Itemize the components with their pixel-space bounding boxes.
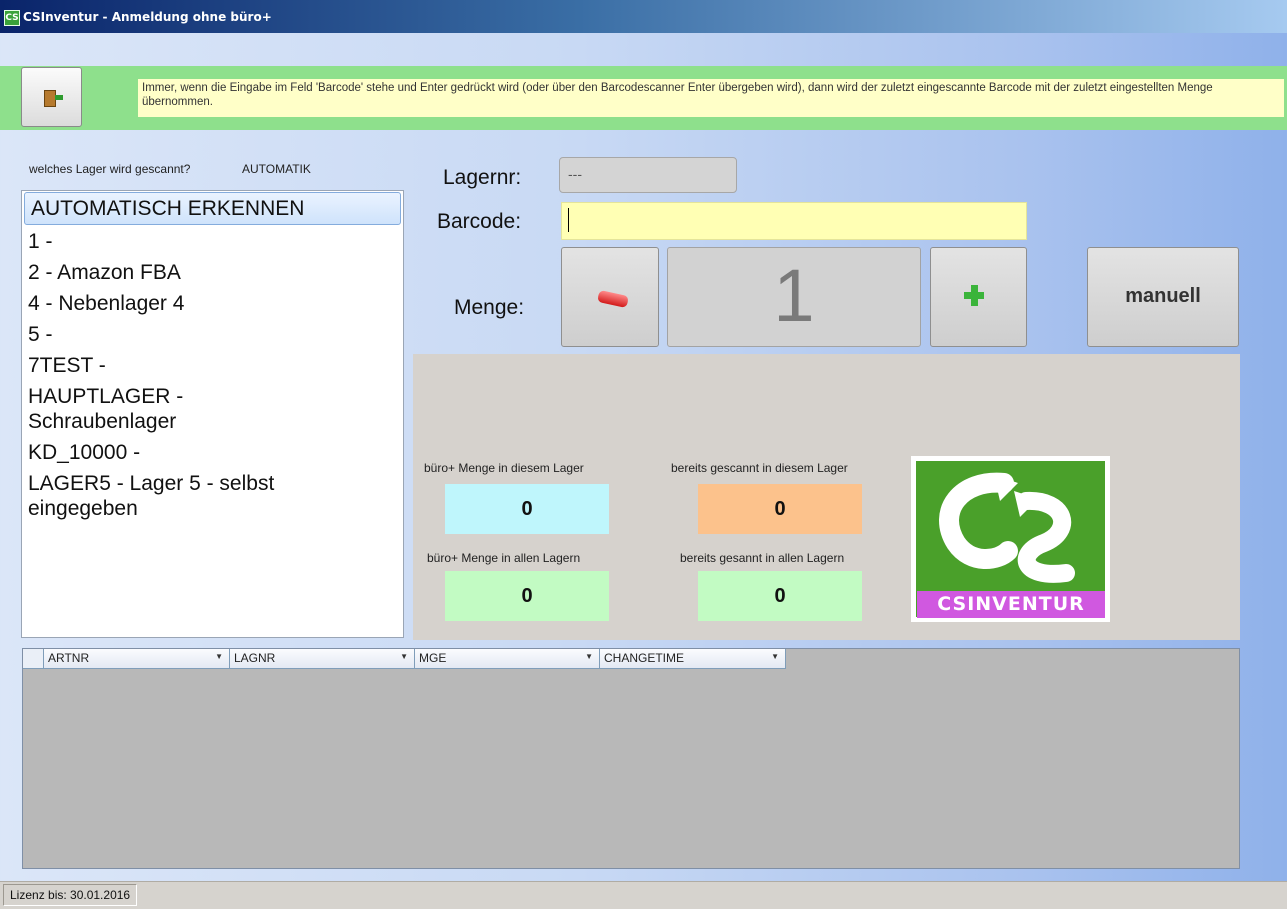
plus-icon-vertical	[971, 285, 978, 306]
increase-button[interactable]	[930, 247, 1027, 347]
manuell-button[interactable]: manuell	[1087, 247, 1239, 347]
scanned-lager-label: bereits gescannt in diesem Lager	[671, 461, 848, 475]
grid-header: ARTNR ▼ LAGNR ▼ MGE ▼ CHANGETIME ▼	[23, 649, 786, 669]
lager-menge-value: 0	[445, 484, 609, 534]
list-item[interactable]: 2 - Amazon FBA	[22, 257, 403, 288]
column-header-mge[interactable]: MGE ▼	[415, 649, 600, 669]
dropdown-arrow-icon[interactable]: ▼	[771, 652, 779, 661]
scanned-lager-value: 0	[698, 484, 862, 534]
csinventur-logo: CSINVENTUR	[911, 456, 1110, 622]
column-label: CHANGETIME	[604, 651, 685, 665]
app-icon: CS	[4, 10, 20, 26]
column-label: LAGNR	[234, 651, 276, 665]
decrease-button[interactable]	[561, 247, 659, 347]
list-item[interactable]: HAUPTLAGER - Schraubenlager	[22, 381, 403, 437]
column-label: MGE	[419, 651, 447, 665]
column-header-artnr[interactable]: ARTNR ▼	[44, 649, 230, 669]
lagernr-field: ---	[559, 157, 737, 193]
cs-swirl-icon	[939, 472, 1075, 583]
list-item[interactable]: AUTOMATISCH ERKENNEN	[24, 192, 401, 225]
lager-listbox[interactable]: AUTOMATISCH ERKENNEN 1 - 2 - Amazon FBA …	[21, 190, 404, 638]
list-item[interactable]: LAGER5 - Lager 5 - selbst eingegeben	[22, 468, 403, 524]
quantity-display: 1	[667, 247, 921, 347]
column-header-lagnr[interactable]: LAGNR ▼	[230, 649, 415, 669]
all-menge-value: 0	[445, 571, 609, 621]
manuell-label: manuell	[1125, 285, 1201, 307]
lager-question-label: welches Lager wird gescannt?	[29, 162, 191, 176]
lager-menge-label: büro+ Menge in diesem Lager	[424, 461, 584, 475]
info-text: Immer, wenn die Eingabe im Feld 'Barcode…	[138, 79, 1284, 117]
lagernr-label: Lagernr:	[443, 166, 522, 189]
list-item[interactable]: 7TEST -	[22, 350, 403, 381]
exit-arrow-icon	[55, 95, 63, 100]
status-bar: Lizenz bis: 30.01.2016	[0, 881, 1287, 909]
window-title: CSInventur - Anmeldung ohne büro+	[23, 10, 272, 24]
license-status: Lizenz bis: 30.01.2016	[3, 884, 138, 906]
list-item[interactable]: 4 - Nebenlager 4	[22, 288, 403, 319]
lager-mode-label: AUTOMATIK	[242, 162, 311, 176]
data-grid[interactable]: ARTNR ▼ LAGNR ▼ MGE ▼ CHANGETIME ▼	[22, 648, 1240, 869]
scanned-all-value: 0	[698, 571, 862, 621]
logo-text: CSINVENTUR	[917, 591, 1105, 618]
text-caret	[568, 208, 569, 232]
column-label: ARTNR	[48, 651, 90, 665]
scanned-all-label: bereits gesannt in allen Lagern	[680, 551, 845, 565]
all-menge-label: büro+ Menge in allen Lagern	[427, 551, 581, 565]
barcode-input[interactable]	[561, 202, 1027, 240]
list-item[interactable]: 5 -	[22, 319, 403, 350]
title-bar[interactable]: CS CSInventur - Anmeldung ohne büro+	[0, 0, 1287, 33]
list-item[interactable]: KD_10000 -	[22, 437, 403, 468]
dropdown-arrow-icon[interactable]: ▼	[585, 652, 593, 661]
exit-button[interactable]	[21, 67, 82, 127]
dropdown-arrow-icon[interactable]: ▼	[215, 652, 223, 661]
minus-icon	[597, 290, 629, 308]
grid-corner	[23, 649, 44, 669]
list-item[interactable]: 1 -	[22, 226, 403, 257]
menge-label: Menge:	[454, 296, 525, 319]
dropdown-arrow-icon[interactable]: ▼	[400, 652, 408, 661]
barcode-label: Barcode:	[437, 210, 522, 233]
column-header-changetime[interactable]: CHANGETIME ▼	[600, 649, 786, 669]
